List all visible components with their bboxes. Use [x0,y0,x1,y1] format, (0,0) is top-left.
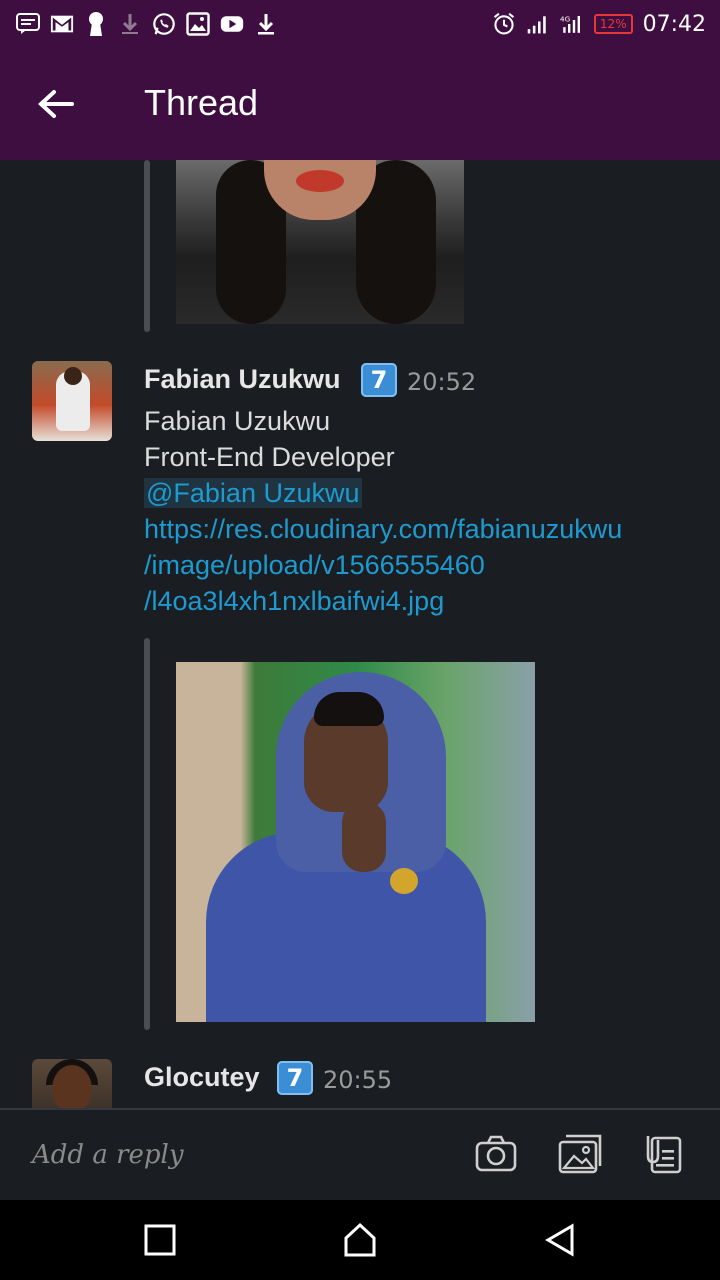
attachment-icon[interactable] [642,1132,686,1176]
signal-icon [526,12,550,36]
recents-button[interactable] [142,1222,178,1258]
signal-icon: 4G [560,12,584,36]
reply-bar: Add a reply [0,1110,720,1200]
thread-messages[interactable]: Fabian Uzukwu 7 20:52 Fabian Uzukwu Fron… [0,160,720,1108]
svg-text:4G: 4G [560,15,570,24]
back-button[interactable] [36,88,76,120]
camera-icon[interactable] [474,1132,518,1176]
avatar[interactable] [32,361,112,441]
user-mention[interactable]: @Fabian Uzukwu [144,478,362,508]
whatsapp-icon [152,12,176,36]
reply-input[interactable]: Add a reply [32,1140,184,1170]
message-text-line: Front-End Developer [144,442,395,472]
alarm-icon [492,12,516,36]
download-icon [118,12,142,36]
attachment-quote-bar [144,160,150,332]
sender-name[interactable]: Fabian Uzukwu [144,364,341,395]
message-text-line: @Fabian Uzukwu [144,478,362,509]
keycap-seven-emoji: 7 [277,1061,313,1095]
back-arrow-icon [38,90,74,118]
back-nav-button[interactable] [542,1222,578,1258]
message-text-line: Fabian Uzukwu [144,406,331,436]
image-icon [186,12,210,36]
gallery-icon[interactable] [558,1132,602,1176]
image-attachment[interactable] [176,160,464,324]
message-link[interactable]: https://res.cloudinary.com/fabianuzukwu [144,514,622,545]
keycap-seven-emoji: 7 [361,363,397,397]
status-bar: 4G 12% 07:42 [0,0,720,48]
notification-icons [16,10,278,38]
system-nav-bar [0,1200,720,1280]
status-right: 4G 12% 07:42 [492,8,706,40]
attachment-quote-bar [144,638,150,1030]
thread-header: Thread [0,48,720,160]
battery-indicator: 12% [593,14,633,34]
message-link[interactable]: /l4oa3l4xh1nxlbaifwi4.jpg [144,586,444,617]
home-button[interactable] [342,1222,378,1258]
keyhole-icon [84,12,108,36]
message-time: 20:52 [407,368,477,396]
page-title: Thread [144,82,259,123]
message-time: 20:55 [323,1066,393,1094]
message-link[interactable]: /image/upload/v1566555460 [144,550,485,581]
avatar[interactable] [32,1059,112,1108]
message-icon [16,12,40,36]
sender-name[interactable]: Glocutey [144,1062,260,1093]
image-attachment[interactable] [176,662,535,1022]
status-time: 07:42 [642,11,706,37]
download-icon [254,12,278,36]
gmail-icon [50,12,74,36]
youtube-icon [220,12,244,36]
